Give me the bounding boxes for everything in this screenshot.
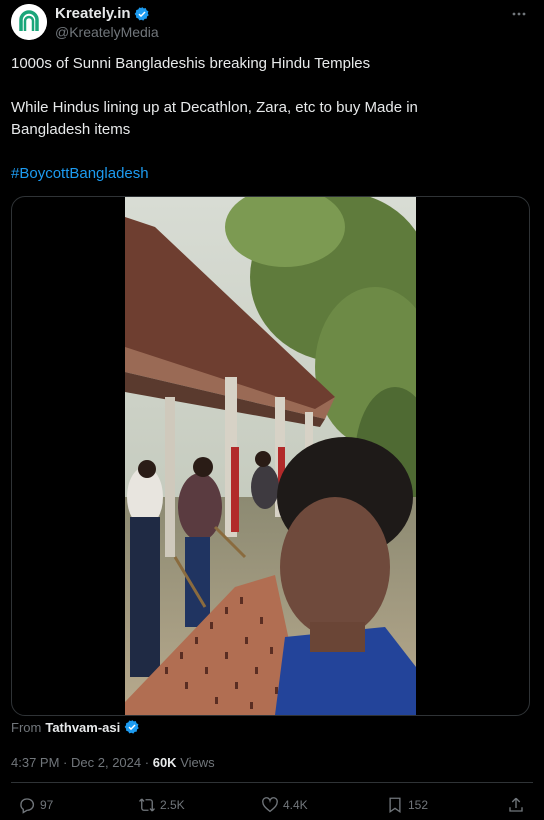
post-line: Bangladesh items [11,121,131,138]
meta-separator: · [144,755,150,770]
bookmark-count: 152 [408,798,429,812]
author-display-name[interactable]: Kreately.in [55,5,131,22]
source-name[interactable]: Tathvam-asi [45,720,120,735]
post-date[interactable]: Dec 2, 2024 [71,755,141,770]
bookmark-button[interactable]: 152 [386,796,428,814]
post-header: Kreately.in @KreatelyMedia [11,4,533,44]
meta-separator: · [63,755,68,770]
reply-button[interactable]: 97 [18,796,53,814]
repost-count: 2.5K [160,798,185,812]
more-icon[interactable] [511,6,527,25]
post-time[interactable]: 4:37 PM [11,755,59,770]
like-count: 4.4K [283,798,308,812]
divider [11,782,533,783]
share-icon [509,797,523,812]
hashtag-link[interactable]: #BoycottBangladesh [11,163,526,185]
reply-count: 97 [40,798,54,812]
like-button[interactable]: 4.4K [261,796,308,814]
repost-button[interactable]: 2.5K [138,796,185,814]
reply-icon [20,798,35,814]
repost-icon [139,798,155,812]
action-bar: 97 2.5K 4.4K 152 [0,796,544,818]
views-label: Views [180,755,215,770]
verified-icon [124,719,140,735]
name-row: Kreately.in [55,5,150,22]
source-prefix: From [11,719,42,735]
post-meta: 4:37 PM · Dec 2, 2024 · 60K Views [11,755,215,770]
video-player[interactable] [125,197,416,715]
post-line: 1000s of Sunni Bangladeshis breaking Hin… [11,55,371,72]
video-container[interactable] [11,196,530,716]
source-attribution: From Tathvam-asi [11,719,140,735]
avatar[interactable] [11,4,47,40]
share-button[interactable] [507,796,525,814]
author-handle[interactable]: @KreatelyMedia [55,24,159,40]
heart-icon [262,797,278,813]
bookmark-icon [389,797,401,814]
post-line: While Hindus lining up at Decathlon, Zar… [11,99,418,116]
verified-icon [134,6,150,22]
views-count: 60K [152,755,177,770]
post-text: 1000s of Sunni Bangladeshis breaking Hin… [11,53,526,185]
video-frame [125,197,416,715]
